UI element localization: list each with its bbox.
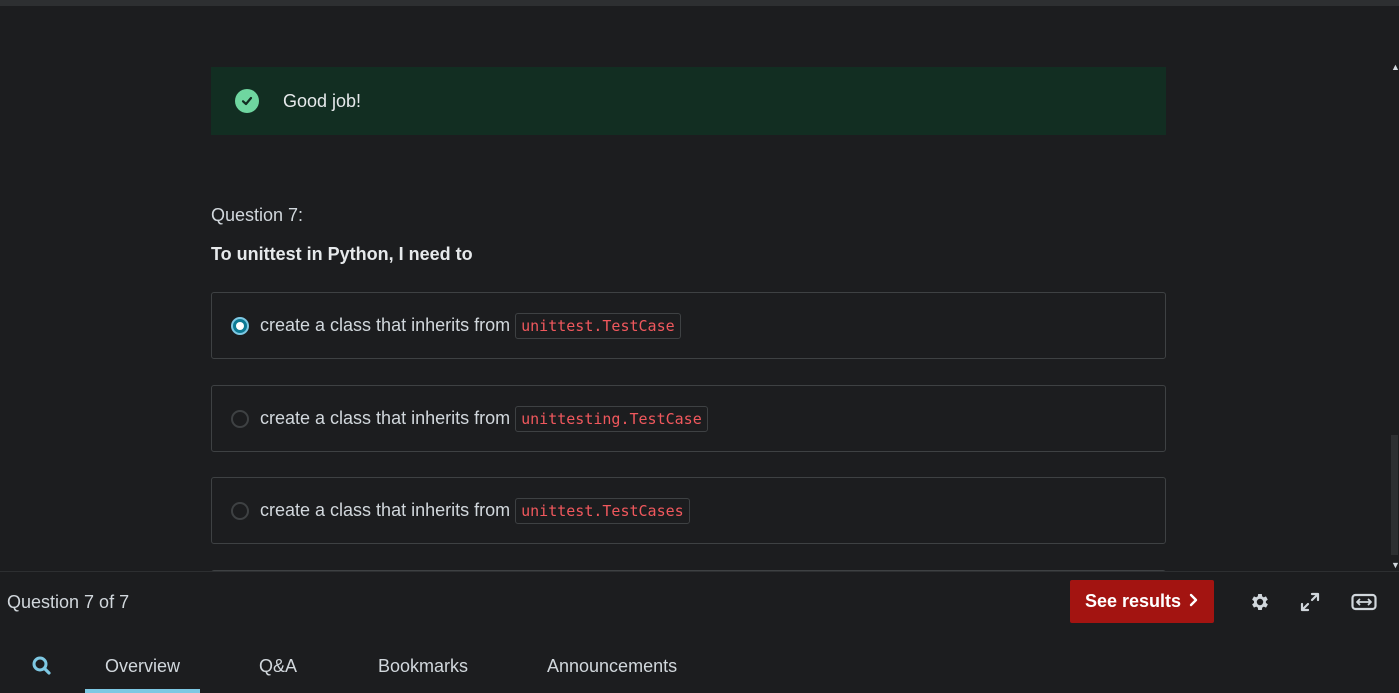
radio-button[interactable] (231, 409, 249, 428)
tab-overview[interactable]: Overview (105, 656, 180, 677)
option-code: unittest.TestCases (515, 497, 690, 524)
radio-button-selected[interactable] (231, 316, 249, 335)
answer-option[interactable]: create a class that inherits from unitte… (211, 385, 1166, 452)
scroll-up-arrow-icon[interactable]: ▲ (1391, 63, 1399, 72)
scroll-down-arrow-icon[interactable]: ▼ (1391, 561, 1399, 570)
option-text: create a class that inherits from (260, 315, 511, 335)
search-icon[interactable] (30, 654, 54, 678)
answer-option[interactable]: create a class that inherits from unitte… (211, 292, 1166, 359)
tab-bookmarks[interactable]: Bookmarks (378, 656, 468, 677)
chevron-right-icon (1189, 591, 1199, 612)
alert-message: Good job! (283, 90, 362, 111)
see-results-button[interactable]: See results (1070, 580, 1214, 623)
course-tabs: Overview Q&A Bookmarks Announcements (0, 632, 1399, 693)
option-code: unittest.TestCase (515, 312, 681, 339)
option-text: create a class that inherits from (260, 408, 511, 428)
tab-announcements[interactable]: Announcements (547, 656, 677, 677)
quiz-footer: Question 7 of 7 See results (0, 571, 1399, 632)
expand-icon[interactable] (1298, 590, 1322, 614)
scrollbar-thumb[interactable] (1391, 435, 1398, 555)
answer-option[interactable]: create a class that inherits from unitte… (211, 477, 1166, 544)
active-tab-indicator (85, 689, 200, 693)
question-prompt: To unittest in Python, I need to (211, 244, 473, 264)
check-circle-icon (235, 89, 259, 113)
question-progress: Question 7 of 7 (7, 592, 130, 612)
gear-icon[interactable] (1248, 590, 1272, 614)
option-code: unittesting.TestCase (515, 405, 708, 432)
see-results-label: See results (1084, 591, 1182, 611)
success-alert: Good job! (211, 67, 1166, 135)
radio-button[interactable] (231, 501, 249, 520)
quiz-content: Good job! Question 7: To unittest in Pyt… (0, 6, 1390, 571)
option-text: create a class that inherits from (260, 500, 511, 520)
question-number: Question 7: (211, 205, 304, 225)
tab-qa[interactable]: Q&A (259, 656, 297, 677)
widescreen-icon[interactable] (1350, 590, 1378, 614)
scrollbar[interactable]: ▲ ▼ (1390, 61, 1399, 571)
